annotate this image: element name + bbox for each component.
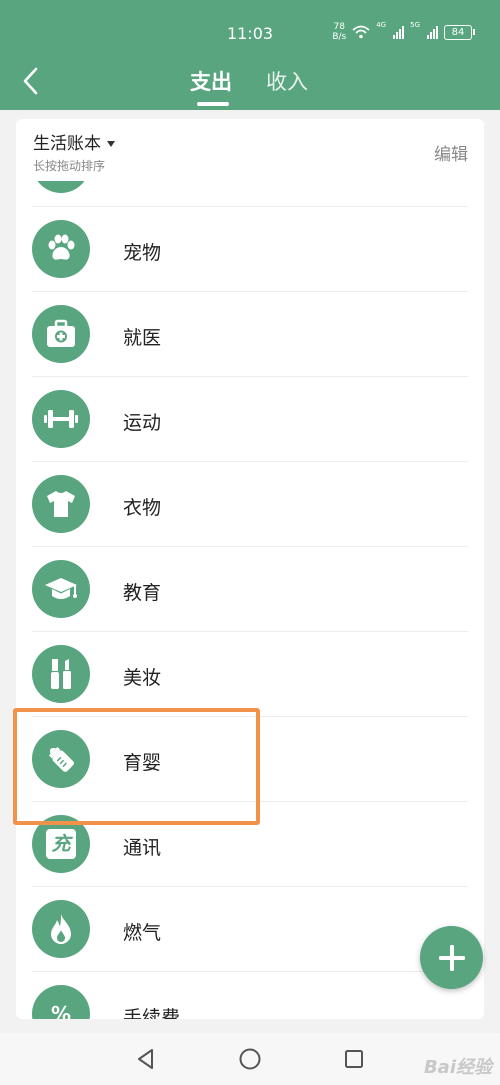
dumbbell-icon	[44, 410, 78, 428]
category-row-pet[interactable]: 宠物	[32, 206, 468, 291]
book-header: 生活账本 长按拖动排序 编辑	[16, 119, 484, 181]
medical-kit-icon	[47, 319, 75, 347]
tab-income[interactable]: 收入	[266, 66, 308, 96]
nav-recents-button[interactable]	[342, 1047, 366, 1071]
percent-icon: %	[50, 1002, 72, 1019]
book-selector[interactable]: 生活账本	[33, 129, 115, 154]
recharge-icon: 充	[46, 829, 76, 859]
category-row-sports[interactable]: 运动	[32, 376, 468, 461]
category-label: 手续费	[123, 1007, 181, 1019]
status-icons: 78 B/s 4G 5G 84	[332, 21, 475, 42]
partial-category-peek	[32, 181, 90, 193]
category-label: 美妆	[123, 667, 162, 689]
status-bar: 11:03 78 B/s 4G 5G 84	[0, 0, 500, 60]
category-row-clothing[interactable]: 衣物	[32, 461, 468, 546]
category-row-makeup[interactable]: 美妆	[32, 631, 468, 716]
circle-home-icon	[239, 1048, 261, 1070]
category-label: 运动	[123, 412, 162, 434]
net-speed: 78 B/s	[332, 22, 347, 42]
category-label: 就医	[123, 327, 162, 349]
signal-icon-1	[393, 25, 405, 39]
category-row-gas[interactable]: 燃气	[32, 886, 468, 971]
watermark: Bai经验	[423, 1057, 492, 1078]
network-label-2: 5G	[410, 21, 420, 29]
nav-back-button[interactable]	[134, 1047, 158, 1071]
category-list[interactable]: 生活账本 长按拖动排序 编辑 宠物 就医 运动 衣物 教育 美妆 育婴 充 通讯…	[16, 119, 484, 1019]
system-nav-bar: Bai经验	[0, 1033, 500, 1085]
category-label: 衣物	[123, 497, 162, 519]
wifi-icon	[352, 25, 370, 39]
add-category-button[interactable]	[420, 926, 483, 989]
category-row-fee[interactable]: % 手续费	[32, 971, 468, 1019]
battery-icon: 84	[444, 24, 475, 40]
triangle-back-icon	[138, 1049, 153, 1069]
edit-button[interactable]: 编辑	[434, 140, 468, 165]
category-label: 燃气	[123, 922, 162, 944]
app-header: 11:03 78 B/s 4G 5G 84 支出 收入	[0, 0, 500, 110]
signal-icon-2	[427, 25, 438, 39]
category-card: 生活账本 长按拖动排序 编辑 宠物 就医 运动 衣物 教育 美妆 育婴 充 通讯…	[16, 119, 484, 1019]
square-recents-icon	[345, 1050, 363, 1068]
category-label: 通讯	[123, 837, 162, 859]
category-row-education[interactable]: 教育	[32, 546, 468, 631]
plus-icon	[438, 944, 465, 971]
nav-home-button[interactable]	[238, 1047, 262, 1071]
flame-icon	[51, 914, 71, 944]
highlight-box	[13, 708, 260, 825]
active-tab-indicator	[197, 102, 229, 106]
category-row-medical[interactable]: 就医	[32, 291, 468, 376]
category-label: 教育	[123, 582, 162, 604]
category-label: 宠物	[123, 242, 162, 264]
network-label-1: 4G	[376, 21, 387, 29]
caret-down-icon	[107, 141, 115, 147]
graduation-cap-icon	[45, 578, 77, 599]
paw-icon	[48, 234, 75, 260]
type-tabs: 支出 收入	[0, 66, 500, 110]
sort-hint: 长按拖动排序	[33, 159, 106, 173]
tab-expense[interactable]: 支出	[190, 66, 232, 96]
shirt-icon	[47, 491, 75, 517]
makeup-icon	[51, 659, 71, 689]
